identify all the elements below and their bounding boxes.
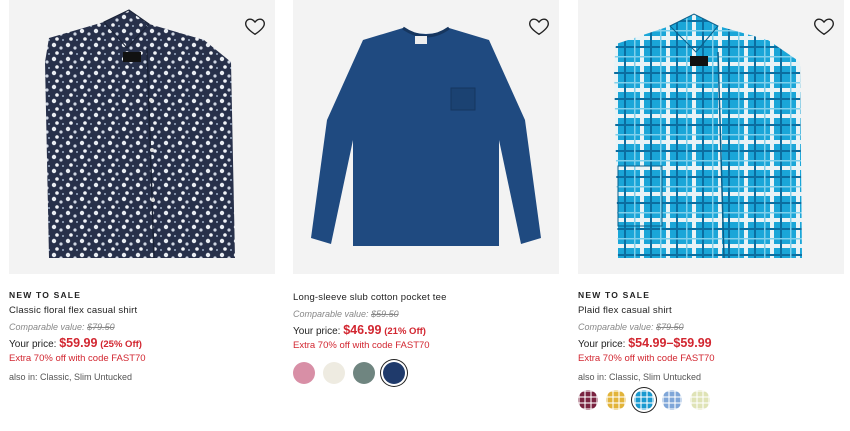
color-swatch-ivory[interactable] xyxy=(323,362,345,384)
color-swatch-green[interactable] xyxy=(353,362,375,384)
comparable-amount: $79.50 xyxy=(87,322,115,332)
product-card[interactable]: NEW TO SALE Classic floral flex casual s… xyxy=(9,0,275,385)
color-swatch-pink[interactable] xyxy=(293,362,315,384)
price-label: Your price: xyxy=(578,339,626,350)
plaid-shirt-image xyxy=(614,13,802,259)
color-swatches xyxy=(293,362,559,384)
sale-price: $54.99–$59.99 xyxy=(628,336,712,350)
discount-percent: (21% Off) xyxy=(384,326,426,337)
promo-text: Extra 70% off with code FAST70 xyxy=(578,353,715,364)
sale-badge: NEW TO SALE xyxy=(578,290,651,300)
product-name[interactable]: Long-sleeve slub cotton pocket tee xyxy=(293,288,559,307)
floral-shirt-image xyxy=(45,9,235,259)
price-label: Your price: xyxy=(9,339,57,350)
product-card[interactable]: Long-sleeve slub cotton pocket tee Compa… xyxy=(293,0,559,384)
sale-badge: NEW TO SALE xyxy=(9,290,82,300)
also-in-text: also in: Classic, Slim Untucked xyxy=(578,372,702,382)
pocket-tee-image xyxy=(311,26,541,246)
comparable-amount: $79.50 xyxy=(656,322,684,332)
color-swatch-burgundy-plaid[interactable] xyxy=(578,390,598,410)
price-label: Your price: xyxy=(293,326,341,337)
comparable-value: Comparable value: $79.50 xyxy=(9,320,275,335)
comparable-value: Comparable value: $59.50 xyxy=(293,307,559,322)
comparable-label: Comparable value: xyxy=(293,309,369,319)
discount-percent: (25% Off) xyxy=(100,339,142,350)
product-name[interactable]: Classic floral flex casual shirt xyxy=(9,302,275,320)
sale-price: $59.99 xyxy=(59,336,98,350)
color-swatch-lightblue-plaid[interactable] xyxy=(662,390,682,410)
product-image[interactable] xyxy=(293,0,559,274)
heart-icon[interactable] xyxy=(528,15,550,37)
comparable-label: Comparable value: xyxy=(578,322,654,332)
product-name[interactable]: Plaid flex casual shirt xyxy=(578,302,844,320)
comparable-amount: $59.50 xyxy=(371,309,399,319)
heart-icon[interactable] xyxy=(813,15,835,37)
sale-price: $46.99 xyxy=(343,323,382,337)
color-swatch-cream-plaid[interactable] xyxy=(690,390,710,410)
comparable-value: Comparable value: $79.50 xyxy=(578,320,844,335)
color-swatches xyxy=(578,390,844,410)
color-swatch-yellow-plaid[interactable] xyxy=(606,390,626,410)
heart-icon[interactable] xyxy=(244,15,266,37)
promo-text: Extra 70% off with code FAST70 xyxy=(9,353,146,364)
color-swatch-navy[interactable] xyxy=(383,362,405,384)
comparable-label: Comparable value: xyxy=(9,322,85,332)
price-line: Your price: $59.99 (25% Off) xyxy=(9,335,275,351)
product-image[interactable] xyxy=(9,0,275,274)
color-swatch-blue-plaid[interactable] xyxy=(634,390,654,410)
also-in-text: also in: Classic, Slim Untucked xyxy=(9,372,133,382)
price-line: Your price: $46.99 (21% Off) xyxy=(293,322,559,338)
price-line: Your price: $54.99–$59.99 xyxy=(578,335,844,351)
product-image[interactable] xyxy=(578,0,844,274)
product-card[interactable]: NEW TO SALE Plaid flex casual shirt Comp… xyxy=(578,0,844,410)
promo-text: Extra 70% off with code FAST70 xyxy=(293,340,430,351)
